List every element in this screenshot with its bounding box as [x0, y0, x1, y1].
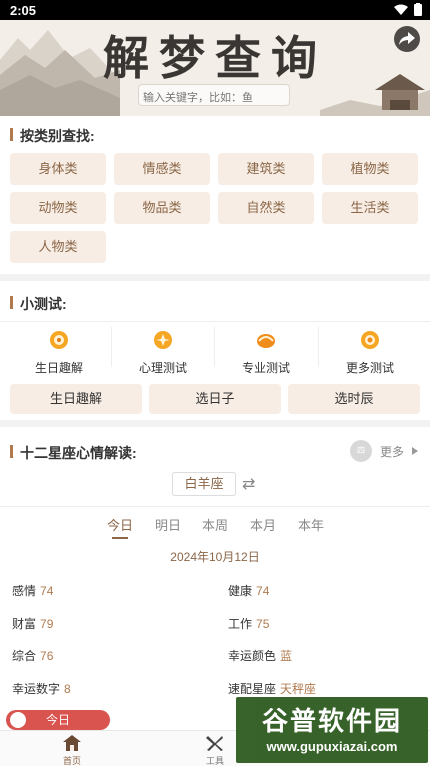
wifi-icon — [394, 4, 408, 15]
swap-icon[interactable]: ⇄ — [242, 474, 255, 494]
quiz-divider — [0, 321, 430, 322]
quiz-section-title: 小测试: — [10, 294, 67, 314]
category-emotion[interactable]: 情感类 — [114, 153, 210, 185]
watermark-text: 谷普软件园 — [261, 706, 402, 736]
tab-home[interactable]: 首页 — [52, 733, 92, 766]
tools-icon — [206, 736, 223, 751]
search-placeholder: 输入关键字，比如：鱼 — [143, 92, 253, 104]
page-title: 解梦查询 — [103, 31, 327, 85]
section-divider — [0, 420, 430, 427]
status-time: 2:05 — [10, 3, 37, 18]
today-floating-pill[interactable]: 今日 — [6, 710, 110, 730]
category-life[interactable]: 生活类 — [322, 192, 418, 224]
battery-icon — [414, 3, 422, 16]
status-icons — [394, 3, 422, 16]
stat-match-sign: 速配星座 天秤座 — [228, 682, 317, 696]
share-button[interactable] — [394, 26, 420, 52]
stat-wealth: 财富 79 — [12, 617, 54, 631]
watermark-url: www.gupuxiazai.com — [266, 739, 398, 754]
stat-lucky-color: 幸运颜色蓝 — [228, 649, 293, 663]
tab-tools[interactable]: 工具 — [195, 733, 235, 766]
stat-love: 感情 74 — [12, 584, 54, 598]
tab-year[interactable]: 本年 — [298, 515, 324, 534]
category-plant[interactable]: 植物类 — [322, 153, 418, 185]
tab-tools-label: 工具 — [205, 756, 224, 766]
ram-icon — [10, 712, 26, 728]
psychology-icon — [154, 331, 172, 349]
home-icon — [63, 735, 81, 751]
quiz-more-label: 更多测试 — [345, 361, 394, 375]
birthday-icon — [50, 331, 68, 349]
today-pill-label: 今日 — [45, 713, 70, 727]
quiz-more[interactable]: 更多测试 — [318, 330, 422, 376]
quiz-birthday[interactable]: 生日趣解 — [7, 330, 111, 376]
more-tests-icon — [361, 331, 379, 349]
category-person[interactable]: 人物类 — [10, 231, 106, 263]
tab-home-label: 首页 — [62, 756, 81, 766]
search-input[interactable]: 输入关键字，比如：鱼 — [138, 84, 290, 106]
quiz-psychology-label: 心理测试 — [138, 361, 187, 375]
tab-month[interactable]: 本月 — [250, 515, 276, 534]
active-tab-indicator — [112, 537, 128, 539]
category-object[interactable]: 物品类 — [114, 192, 210, 224]
watermark-logo: 谷普软件园 www.gupuxiazai.com — [236, 697, 428, 763]
pick-hour-button[interactable]: 选时辰 — [288, 384, 420, 414]
chevron-right-icon — [412, 447, 418, 455]
category-section-title: 按类别查找: — [10, 126, 95, 146]
horoscope-section-title: 十二星座心情解读: — [10, 443, 137, 463]
quiz-professional[interactable]: 专业测试 — [214, 330, 318, 376]
horoscope-date: 2024年10月12日 — [170, 550, 260, 564]
more-label: 更多 — [379, 444, 404, 459]
quiz-professional-label: 专业测试 — [241, 361, 290, 375]
share-icon — [399, 32, 415, 45]
section-divider — [0, 274, 430, 281]
category-body[interactable]: 身体类 — [10, 153, 106, 185]
stat-lucky-number: 幸运数字 8 — [12, 682, 71, 696]
header-banner: 解梦查询 输入关键字，比如：鱼 — [0, 20, 430, 116]
zodiac-sign-selector[interactable]: 白羊座 — [172, 472, 236, 496]
more-link[interactable]: 四 更多 — [349, 440, 418, 462]
tab-today[interactable]: 今日 — [107, 515, 133, 534]
pick-day-button[interactable]: 选日子 — [149, 384, 281, 414]
status-bar: 2:05 — [0, 0, 430, 20]
category-animal[interactable]: 动物类 — [10, 192, 106, 224]
tab-tomorrow[interactable]: 明日 — [155, 515, 181, 534]
horoscope-more-icon: 四 — [349, 440, 372, 462]
stat-work: 工作 75 — [228, 617, 270, 631]
quiz-psychology[interactable]: 心理测试 — [111, 330, 215, 376]
tab-week[interactable]: 本周 — [202, 515, 228, 534]
birthday-button[interactable]: 生日趣解 — [10, 384, 142, 414]
stat-health: 健康 74 — [228, 584, 270, 598]
professional-icon — [257, 334, 275, 348]
quiz-birthday-label: 生日趣解 — [34, 361, 83, 375]
tabs-top-divider — [0, 506, 430, 507]
category-building[interactable]: 建筑类 — [218, 153, 314, 185]
stat-overall: 综合 76 — [12, 649, 54, 663]
category-nature[interactable]: 自然类 — [218, 192, 314, 224]
